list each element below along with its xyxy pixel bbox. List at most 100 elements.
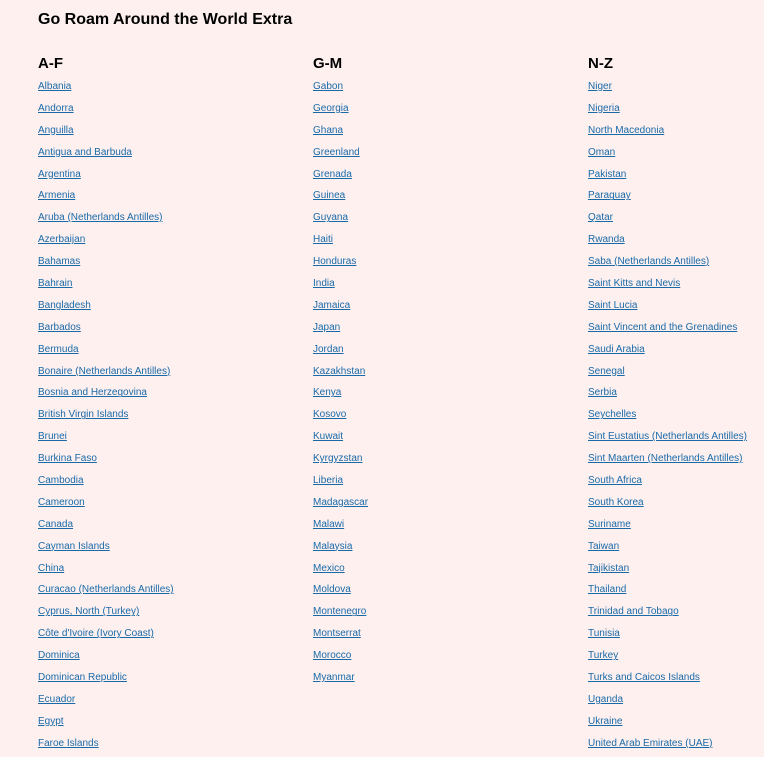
- country-link[interactable]: Kosovo: [313, 409, 346, 420]
- country-link[interactable]: Oman: [588, 147, 615, 158]
- country-link[interactable]: Argentina: [38, 169, 81, 180]
- country-link[interactable]: Taiwan: [588, 541, 619, 552]
- country-link[interactable]: Saint Vincent and the Grenadines: [588, 322, 737, 333]
- list-item: Aruba (Netherlands Antilles): [38, 209, 174, 231]
- page-title: Go Roam Around the World Extra: [38, 11, 293, 28]
- country-link[interactable]: Kuwait: [313, 431, 343, 442]
- country-link[interactable]: Haiti: [313, 234, 333, 245]
- country-link[interactable]: Andorra: [38, 103, 74, 114]
- country-link[interactable]: South Africa: [588, 475, 642, 486]
- country-link[interactable]: Curacao (Netherlands Antilles): [38, 584, 174, 595]
- country-link[interactable]: Turkey: [588, 650, 618, 661]
- country-link[interactable]: Barbados: [38, 322, 81, 333]
- country-link[interactable]: Dominican Republic: [38, 672, 127, 683]
- country-link[interactable]: Antigua and Barbuda: [38, 147, 132, 158]
- country-link[interactable]: Tajikistan: [588, 563, 629, 574]
- country-link[interactable]: Bahrain: [38, 278, 72, 289]
- country-link[interactable]: Cambodia: [38, 475, 84, 486]
- country-link[interactable]: Guyana: [313, 212, 348, 223]
- country-link[interactable]: Burkina Faso: [38, 453, 97, 464]
- country-link[interactable]: Morocco: [313, 650, 351, 661]
- country-link[interactable]: Kazakhstan: [313, 366, 365, 377]
- country-link[interactable]: Bermuda: [38, 344, 79, 355]
- country-link[interactable]: Honduras: [313, 256, 356, 267]
- country-link[interactable]: Kenya: [313, 387, 341, 398]
- country-link[interactable]: Bangladesh: [38, 300, 91, 311]
- country-link[interactable]: Malawi: [313, 519, 344, 530]
- country-link[interactable]: North Macedonia: [588, 125, 664, 136]
- country-link[interactable]: Trinidad and Tobago: [588, 606, 679, 617]
- country-link[interactable]: Tunisia: [588, 628, 620, 639]
- country-link[interactable]: Seychelles: [588, 409, 636, 420]
- country-link[interactable]: Pakistan: [588, 169, 626, 180]
- list-item: Faroe Islands: [38, 735, 174, 757]
- list-item: Greenland: [313, 144, 368, 166]
- country-link[interactable]: China: [38, 563, 64, 574]
- country-link[interactable]: Turks and Caicos Islands: [588, 672, 700, 683]
- list-item: Kyrgyzstan: [313, 450, 368, 472]
- country-link[interactable]: Greenland: [313, 147, 360, 158]
- country-link[interactable]: Senegal: [588, 366, 625, 377]
- country-link[interactable]: Anguilla: [38, 125, 74, 136]
- country-link[interactable]: Brunei: [38, 431, 67, 442]
- country-link[interactable]: Madagascar: [313, 497, 368, 508]
- country-link[interactable]: Cayman Islands: [38, 541, 110, 552]
- country-link[interactable]: Ecuador: [38, 694, 75, 705]
- country-link[interactable]: Jamaica: [313, 300, 350, 311]
- country-link[interactable]: Sint Maarten (Netherlands Antilles): [588, 453, 743, 464]
- country-link[interactable]: Côte d'Ivoire (Ivory Coast): [38, 628, 154, 639]
- country-link[interactable]: Malaysia: [313, 541, 352, 552]
- country-link[interactable]: Armenia: [38, 190, 75, 201]
- country-link[interactable]: Myanmar: [313, 672, 355, 683]
- country-link[interactable]: Serbia: [588, 387, 617, 398]
- country-link[interactable]: Canada: [38, 519, 73, 530]
- country-link[interactable]: South Korea: [588, 497, 644, 508]
- country-link[interactable]: Saudi Arabia: [588, 344, 645, 355]
- country-link[interactable]: Ukraine: [588, 716, 622, 727]
- country-link[interactable]: Rwanda: [588, 234, 625, 245]
- country-link[interactable]: Ghana: [313, 125, 343, 136]
- country-link[interactable]: Montenegro: [313, 606, 366, 617]
- list-item: Kazakhstan: [313, 363, 368, 385]
- country-link[interactable]: Mexico: [313, 563, 345, 574]
- country-link[interactable]: Cameroon: [38, 497, 85, 508]
- country-link[interactable]: Qatar: [588, 212, 613, 223]
- country-link[interactable]: Egypt: [38, 716, 64, 727]
- country-link[interactable]: Nigeria: [588, 103, 620, 114]
- country-link[interactable]: Moldova: [313, 584, 351, 595]
- country-link[interactable]: Kyrgyzstan: [313, 453, 362, 464]
- country-link[interactable]: Sint Eustatius (Netherlands Antilles): [588, 431, 747, 442]
- country-link[interactable]: Saint Kitts and Nevis: [588, 278, 680, 289]
- country-link[interactable]: Guinea: [313, 190, 345, 201]
- country-link[interactable]: Bosnia and Herzegovina: [38, 387, 147, 398]
- country-link[interactable]: India: [313, 278, 335, 289]
- list-item: Malaysia: [313, 538, 368, 560]
- country-link[interactable]: British Virgin Islands: [38, 409, 128, 420]
- country-link[interactable]: Aruba (Netherlands Antilles): [38, 212, 163, 223]
- country-link[interactable]: Gabon: [313, 81, 343, 92]
- country-link[interactable]: Liberia: [313, 475, 343, 486]
- country-link[interactable]: Albania: [38, 81, 71, 92]
- country-link[interactable]: Dominica: [38, 650, 80, 661]
- country-link[interactable]: Japan: [313, 322, 340, 333]
- list-item: Oman: [588, 144, 747, 166]
- country-link[interactable]: Bahamas: [38, 256, 80, 267]
- country-link[interactable]: Faroe Islands: [38, 738, 99, 749]
- country-link[interactable]: Jordan: [313, 344, 344, 355]
- country-link[interactable]: Uganda: [588, 694, 623, 705]
- country-link[interactable]: United Arab Emirates (UAE): [588, 738, 713, 749]
- country-link[interactable]: Thailand: [588, 584, 626, 595]
- country-link[interactable]: Montserrat: [313, 628, 361, 639]
- country-link[interactable]: Azerbaijan: [38, 234, 85, 245]
- country-link[interactable]: Paraguay: [588, 190, 631, 201]
- country-link[interactable]: Saint Lucia: [588, 300, 637, 311]
- country-link[interactable]: Niger: [588, 81, 612, 92]
- list-item: Pakistan: [588, 166, 747, 188]
- country-link[interactable]: Bonaire (Netherlands Antilles): [38, 366, 170, 377]
- country-link[interactable]: Cyprus, North (Turkey): [38, 606, 139, 617]
- country-link[interactable]: Georgia: [313, 103, 349, 114]
- country-link[interactable]: Grenada: [313, 169, 352, 180]
- list-item: Saba (Netherlands Antilles): [588, 253, 747, 275]
- country-link[interactable]: Saba (Netherlands Antilles): [588, 256, 709, 267]
- country-link[interactable]: Suriname: [588, 519, 631, 530]
